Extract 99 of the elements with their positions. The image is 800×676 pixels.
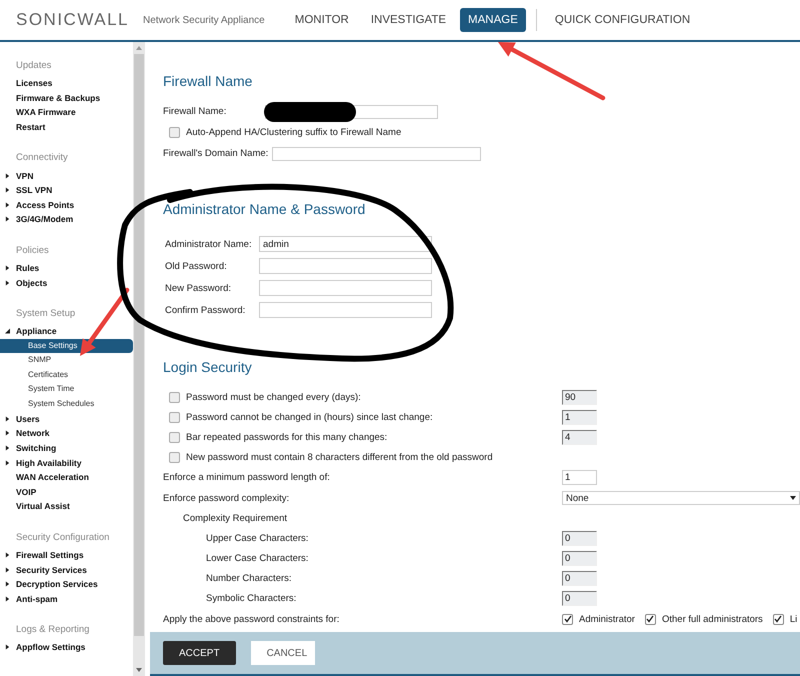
- field-label: Enforce a minimum password length of:: [163, 472, 330, 484]
- sidebar-subitem[interactable]: System Time: [0, 382, 133, 397]
- checkbox-label: Administrator: [579, 614, 635, 625]
- collapsed-triangle-icon[interactable]: [5, 552, 10, 558]
- sidebar-item[interactable]: Decryption Services: [16, 579, 98, 590]
- nav-tab[interactable]: QUICK CONFIGURATION: [546, 8, 698, 32]
- sidebar-item[interactable]: Virtual Assist: [16, 501, 70, 512]
- sidebar-section-title: Logs & Reporting: [15, 623, 90, 638]
- scrollbar[interactable]: [133, 42, 145, 676]
- sidebar-section-title: Updates: [15, 59, 52, 73]
- checkbox-label: Password cannot be changed in (hours) since last change:: [186, 412, 433, 423]
- field-label: Number Characters:: [206, 573, 292, 584]
- checkbox-label: Other full administrators: [662, 614, 763, 625]
- sidebar-item[interactable]: Firewall Settings: [16, 550, 84, 560]
- sidebar-subitem[interactable]: SNMP: [0, 353, 133, 368]
- checkbox[interactable]: [562, 614, 573, 625]
- field-label: New Password:: [165, 282, 232, 294]
- field-label: Apply the above password constraints for:: [163, 614, 340, 625]
- product-subtitle: Network Security Appliance: [143, 14, 265, 26]
- number-field[interactable]: 1: [562, 470, 597, 486]
- sidebar-item[interactable]: VOIP: [16, 486, 36, 497]
- sidebar-item[interactable]: Appflow Settings: [16, 642, 86, 652]
- field-label: Symbolic Characters:: [206, 593, 296, 604]
- scroll-down-icon[interactable]: [136, 668, 142, 672]
- sidebar-item[interactable]: 3G/4G/Modem: [16, 214, 74, 224]
- section-heading: Administrator Name & Password: [163, 201, 366, 217]
- collapsed-triangle-icon[interactable]: [5, 430, 10, 436]
- collapsed-triangle-icon[interactable]: [5, 444, 10, 451]
- sidebar-section-title: Connectivity: [15, 151, 69, 166]
- sidebar-item[interactable]: Anti-spam: [16, 594, 58, 604]
- sidebar-item[interactable]: WXA Firmware: [16, 107, 76, 118]
- checkbox[interactable]: [772, 614, 784, 625]
- nav-tab[interactable]: MONITOR: [286, 8, 357, 32]
- section-heading: Firewall Name: [163, 73, 254, 89]
- collapsed-triangle-icon[interactable]: [5, 644, 10, 650]
- sidebar-item[interactable]: Licenses: [16, 78, 52, 88]
- collapsed-triangle-icon[interactable]: [5, 172, 10, 179]
- section-heading: Login Security: [163, 359, 253, 375]
- checkbox-label: Password must be changed every (days):: [186, 392, 361, 403]
- collapsed-triangle-icon[interactable]: [5, 566, 10, 573]
- input-field[interactable]: admin: [259, 236, 432, 252]
- collapsed-triangle-icon[interactable]: [5, 416, 10, 422]
- sidebar-subitem[interactable]: Base Settings: [0, 338, 133, 354]
- field-label: Administrator Name:: [165, 238, 253, 250]
- complexity-dropdown[interactable]: None: [562, 491, 800, 506]
- sidebar-item[interactable]: VPN: [16, 170, 34, 181]
- input-field[interactable]: [259, 302, 432, 318]
- checkbox-label: Auto-Append HA/Clustering suffix to Firewall Name: [186, 127, 402, 138]
- sidebar-item[interactable]: WAN Acceleration: [16, 472, 89, 482]
- input-field[interactable]: [259, 280, 432, 296]
- sidebar-item[interactable]: Restart: [16, 122, 46, 132]
- sidebar-section-title: Policies: [15, 244, 50, 258]
- sidebar-item[interactable]: Appliance: [16, 326, 57, 336]
- nav-tab[interactable]: MANAGE: [460, 8, 526, 32]
- accept-button[interactable]: ACCEPT: [163, 641, 236, 665]
- sidebar-section-title: System Setup: [15, 306, 76, 321]
- field-label: Lower Case Characters:: [206, 553, 308, 564]
- annotation-arrow: [80, 288, 130, 356]
- sidebar-item[interactable]: Firmware & Backups: [16, 92, 100, 103]
- checkbox[interactable]: [169, 127, 180, 138]
- sidebar-item[interactable]: Network: [16, 428, 50, 438]
- sidebar-item[interactable]: Rules: [16, 263, 40, 274]
- sidebar-item[interactable]: High Availability: [16, 458, 82, 468]
- field-label: Enforce password complexity:: [163, 492, 290, 504]
- collapsed-triangle-icon[interactable]: [5, 460, 10, 466]
- input-field[interactable]: [259, 258, 432, 274]
- sidebar-item[interactable]: SSL VPN: [16, 185, 52, 196]
- sidebar-subitem[interactable]: System Schedules: [0, 396, 133, 412]
- field-label: Confirm Password:: [165, 304, 246, 316]
- subsection-label: Complexity Requirement: [183, 512, 288, 524]
- sidebar-subitem[interactable]: Certificates: [0, 368, 133, 382]
- sidebar-item[interactable]: Users: [16, 414, 40, 424]
- sidebar-section-title: Security Configuration: [15, 530, 110, 545]
- dropdown-caret-icon: [790, 496, 796, 500]
- collapsed-triangle-icon[interactable]: [5, 216, 10, 222]
- domain-name-field[interactable]: [272, 146, 482, 160]
- field-label: Upper Case Characters:: [206, 532, 308, 544]
- sidebar-item[interactable]: Objects: [16, 278, 48, 288]
- field-label: Firewall Name:: [163, 106, 228, 117]
- collapsed-triangle-icon[interactable]: [5, 187, 10, 194]
- collapsed-triangle-icon[interactable]: [5, 265, 10, 272]
- field-label: Old Password:: [165, 260, 228, 272]
- collapsed-triangle-icon[interactable]: [5, 596, 10, 602]
- brand-logo: SONICWALL: [16, 10, 130, 30]
- checkbox-label: Bar repeated passwords for this many changes:: [186, 432, 388, 443]
- expanded-triangle-icon[interactable]: [5, 328, 10, 334]
- checkbox[interactable]: [644, 614, 656, 625]
- nav-tab[interactable]: INVESTIGATE: [362, 8, 454, 32]
- collapsed-triangle-icon[interactable]: [5, 202, 10, 208]
- collapsed-triangle-icon[interactable]: [5, 581, 10, 588]
- field-label: Firewall's Domain Name:: [163, 148, 268, 159]
- checkbox-label: New password must contain 8 characters different from the old password: [186, 452, 493, 464]
- checkbox-label: Li: [790, 614, 798, 625]
- sidebar-item[interactable]: Security Services: [16, 564, 87, 575]
- cancel-button[interactable]: CANCEL: [250, 641, 315, 665]
- checkbox[interactable]: [169, 452, 180, 464]
- collapsed-triangle-icon[interactable]: [5, 280, 10, 286]
- sidebar-item[interactable]: Access Points: [16, 200, 74, 210]
- sidebar-item[interactable]: Switching: [16, 442, 56, 453]
